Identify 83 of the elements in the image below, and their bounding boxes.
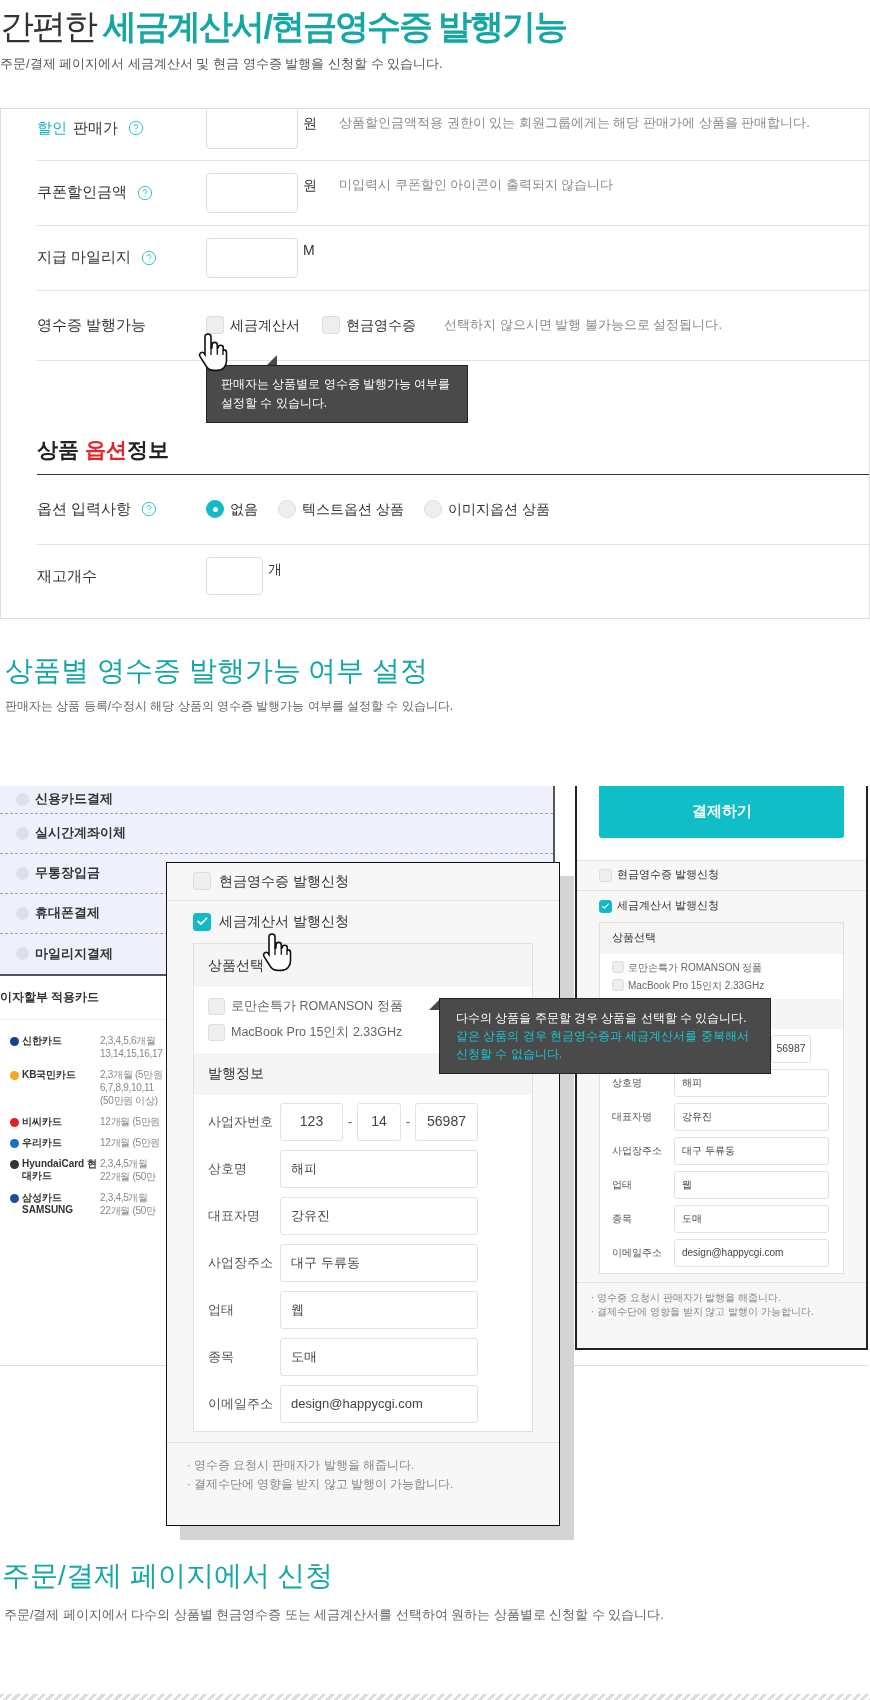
- field-label: 사업장주소: [208, 1253, 274, 1272]
- field-label: 대표자명: [208, 1206, 261, 1225]
- field-label: 재고개수: [37, 565, 97, 586]
- checkbox-label: 로만손특가 ROMANSON 정품: [231, 998, 403, 1016]
- note-text: · 결제수단에 영향을 받지 않고 발행이 가능합니다.: [187, 1476, 455, 1492]
- title-prefix: 간편한: [0, 7, 96, 45]
- radio-label: 이미지옵션 상품: [447, 499, 550, 519]
- unit-label: 개: [268, 559, 282, 579]
- section-header: 상품선택: [194, 943, 532, 987]
- payment-label: 휴대폰결제: [35, 904, 100, 923]
- field-label: 업태: [612, 1178, 633, 1192]
- checkbox-label: 현금영수증 발행신청: [617, 867, 719, 883]
- checkbox-label: 세금계산서: [230, 315, 300, 335]
- heading-text: 상품: [37, 438, 79, 461]
- card-brand: 신한카드: [22, 1034, 63, 1047]
- field-label: 영수증 발행가능: [37, 314, 147, 335]
- installment-text: 2,3개월 (5만원: [100, 1067, 163, 1081]
- heading-text: 정보: [126, 438, 169, 461]
- card-list-title: 이자할부 적용카드: [0, 989, 100, 1006]
- tooltip-text: 판매자는 상품별로 영수증 발행가능 여부를 설정할 수 있습니다.: [221, 376, 451, 410]
- section-title: 주문/결제 페이지에서 신청: [2, 1558, 335, 1593]
- field-label: 사업자번호: [208, 1112, 274, 1131]
- installment-text: 12개월 (5만원: [100, 1114, 161, 1128]
- section-subtitle: 판매자는 상품 등록/수정시 해당 상품의 영수증 발행가능 여부를 설정할 수 있습니다.: [5, 697, 454, 715]
- field-label: 이메일주소: [208, 1394, 274, 1413]
- card-brand: KB국민카드: [22, 1068, 78, 1081]
- checkbox-label: 로만손특가 ROMANSON 정품: [628, 960, 763, 975]
- tooltip-text: 다수의 상품을 주문할 경우 상품을 선택할 수 있습니다.: [456, 1009, 748, 1027]
- installment-text: 13,14,15,16,17: [100, 1046, 163, 1060]
- field-label: 판매가: [73, 117, 118, 138]
- payment-label: 실시간계좌이체: [35, 824, 126, 843]
- installment-text: 2,3,4,5개월: [100, 1190, 149, 1204]
- field-label: 사업장주소: [612, 1144, 663, 1158]
- checkbox-label: 세금계산서 발행신청: [219, 912, 349, 931]
- field-label: 쿠폰할인금액: [37, 182, 127, 203]
- card-brand: 비씨카드: [22, 1115, 63, 1128]
- installment-text: (50만원 이상): [100, 1093, 159, 1107]
- note-text: · 영수증 요청시 판매자가 발행을 해줍니다.: [187, 1457, 415, 1473]
- installment-text: 22개월 (50만: [100, 1203, 156, 1217]
- installment-text: 6,7,8,9,10,11: [100, 1080, 155, 1094]
- field-label: 이메일주소: [612, 1246, 663, 1260]
- section-header: 상품선택: [600, 922, 843, 954]
- unit-label: M: [303, 240, 315, 260]
- note-text: · 결제수단에 영향을 받지 않고 발행이 가능합니다.: [591, 1304, 815, 1319]
- field-label: 상호명: [612, 1076, 643, 1090]
- field-label: 종목: [208, 1347, 235, 1366]
- field-label: 업태: [208, 1300, 235, 1319]
- field-label: 옵션 입력사항: [37, 498, 132, 519]
- dash: -: [406, 1113, 410, 1131]
- card-brand: 우리카드: [22, 1136, 63, 1149]
- title-highlight: 세금계산서/현금영수증 발행기능: [103, 7, 567, 45]
- field-label: 상호명: [208, 1159, 248, 1178]
- hint-text: 선택하지 않으시면 발행 불가능으로 설정됩니다.: [444, 316, 723, 335]
- radio-label: 텍스트옵션 상품: [302, 499, 404, 519]
- hint-text: 미입력시 쿠폰할인 아이콘이 출력되지 않습니다: [339, 175, 614, 194]
- card-brand: 삼성카드 SAMSUNG: [22, 1191, 75, 1216]
- heading-highlight: 옵션: [84, 438, 127, 461]
- checkbox-label: 현금영수증: [346, 315, 416, 335]
- checkbox-label: MacBook Pro 15인치 2.33GHz: [231, 1024, 403, 1042]
- dash: -: [348, 1113, 352, 1131]
- unit-label: 원: [303, 175, 317, 195]
- field-label: 대표자명: [612, 1110, 653, 1124]
- page-subtitle: 주문/결제 페이지에서 세금계산서 및 현금 영수증 발행을 신청할 수 있습니다.: [0, 55, 444, 73]
- installment-text: 22개월 (50만: [100, 1169, 156, 1183]
- installment-text: 2,3,4,5,6개월: [100, 1033, 157, 1047]
- field-label-highlight: 할인: [37, 117, 67, 138]
- section-subtitle: 주문/결제 페이지에서 다수의 상품별 현금영수증 또는 세금계산서를 선택하여 원하는 상품별로 신청할 수 있습니다.: [4, 1606, 665, 1624]
- card-brand: HyundaiCard 현대카드: [22, 1157, 98, 1182]
- radio-label: 없음: [230, 499, 258, 519]
- hint-text: 상품할인금액적용 권한이 있는 회원그룹에게는 해당 판매가에 상품을 판매합니다.: [339, 113, 810, 132]
- payment-label: 마일리지결제: [35, 944, 113, 963]
- payment-label: 무통장입금: [35, 864, 100, 883]
- unit-label: 원: [303, 113, 317, 133]
- checkbox-label: 현금영수증 발행신청: [219, 871, 349, 891]
- installment-text: 12개월 (5만원: [100, 1135, 161, 1149]
- checkbox-label: 세금계산서 발행신청: [617, 898, 719, 914]
- checkbox-label: MacBook Pro 15인치 2.33GHz: [628, 978, 765, 993]
- field-label: 지급 마일리지: [37, 247, 132, 268]
- installment-text: 2,3,4,5개월: [100, 1156, 149, 1170]
- section-title: 상품별 영수증 발행가능 여부 설정: [5, 653, 430, 688]
- payment-label: 신용카드결제: [35, 790, 113, 809]
- field-label: 종목: [612, 1212, 633, 1226]
- note-text: · 영수증 요청시 판매자가 발행을 해줍니다.: [591, 1290, 782, 1305]
